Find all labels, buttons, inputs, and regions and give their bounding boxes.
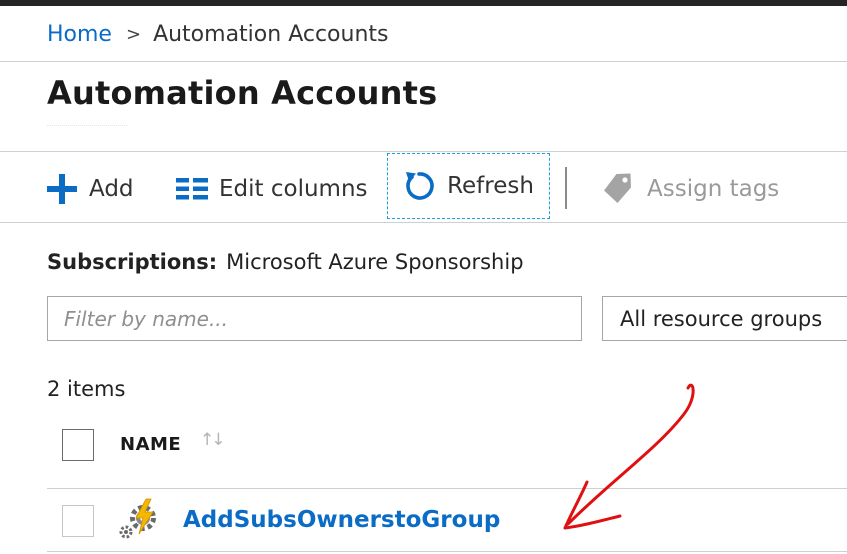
divider	[0, 61, 847, 62]
assign-tags-button[interactable]: Assign tags	[603, 158, 779, 220]
breadcrumb-current: Automation Accounts	[153, 22, 389, 47]
edit-columns-button[interactable]: Edit columns	[176, 158, 368, 220]
subscriptions-label: Subscriptions:	[47, 250, 218, 274]
plus-icon	[46, 173, 78, 205]
add-button-label: Add	[89, 176, 134, 202]
page-title: Automation Accounts	[47, 74, 438, 112]
breadcrumb-home-link[interactable]: Home	[47, 22, 112, 47]
refresh-label: Refresh	[447, 173, 534, 199]
select-all-checkbox[interactable]	[62, 429, 94, 461]
row-divider	[47, 551, 847, 552]
assign-tags-label: Assign tags	[647, 176, 780, 202]
toolbar-bottom-divider	[0, 222, 847, 223]
breadcrumb: Home > Automation Accounts	[47, 21, 388, 50]
top-bar	[0, 0, 847, 6]
refresh-button[interactable]: Refresh	[387, 153, 550, 219]
items-count: 2 items	[47, 377, 126, 401]
resource-groups-selected: All resource groups	[620, 307, 823, 331]
columns-icon	[176, 178, 208, 200]
subtitle-placeholder	[47, 125, 127, 129]
toolbar-top-divider	[0, 151, 847, 152]
tag-icon	[603, 173, 633, 205]
sort-icon[interactable]: ↑↓	[200, 430, 225, 450]
automation-account-link[interactable]: AddSubsOwnerstoGroup	[183, 507, 500, 533]
refresh-icon	[403, 170, 435, 202]
row-checkbox[interactable]	[62, 505, 94, 537]
breadcrumb-separator-icon: >	[125, 24, 142, 45]
row-divider	[47, 488, 847, 489]
red-arrow-annotation	[563, 383, 695, 530]
resource-groups-dropdown[interactable]: All resource groups	[602, 296, 847, 341]
subscriptions-value[interactable]: Microsoft Azure Sponsorship	[226, 250, 523, 274]
toolbar-separator	[565, 167, 567, 209]
add-button[interactable]: Add	[46, 158, 134, 220]
edit-columns-label: Edit columns	[219, 176, 368, 202]
column-header-name[interactable]: NAME	[120, 434, 181, 455]
filter-by-name-input[interactable]	[47, 296, 582, 341]
subscriptions-filter: Subscriptions: Microsoft Azure Sponsorshi…	[47, 250, 524, 274]
automation-account-icon	[117, 498, 163, 542]
